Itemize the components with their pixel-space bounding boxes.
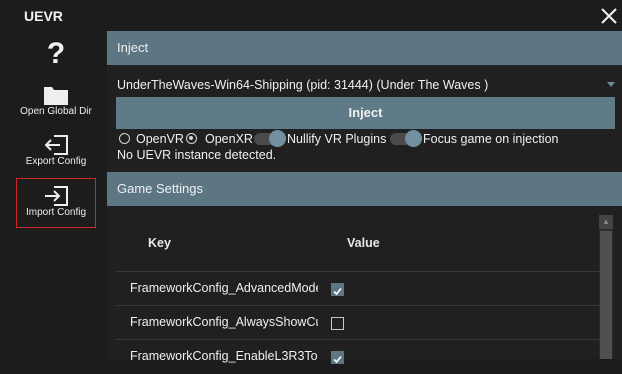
radio-icon	[119, 133, 130, 144]
main-panel: Inject UnderTheWaves-Win64-Shipping (pid…	[107, 31, 622, 364]
column-header-key: Key	[148, 236, 171, 250]
app-title: UEVR	[24, 8, 63, 24]
setting-checkbox[interactable]	[331, 351, 344, 364]
setting-key: FrameworkConfig_AdvancedMode	[130, 281, 318, 295]
toggle-switch	[390, 130, 422, 147]
export-config-button[interactable]: Export Config	[16, 134, 96, 174]
table-row: FrameworkConfig_AdvancedMode	[116, 271, 600, 306]
status-text: No UEVR instance detected.	[117, 148, 277, 162]
dropdown-arrow-icon	[607, 82, 615, 87]
scroll-up-icon[interactable]: ▲	[599, 215, 613, 229]
inject-button[interactable]: Inject	[116, 97, 615, 129]
help-icon: ?	[46, 37, 66, 70]
sidebar: ? Open Global Dir Export Config Import C…	[0, 32, 106, 359]
nullify-vr-plugins-label: Nullify VR Plugins	[287, 132, 387, 146]
export-config-label: Export Config	[25, 156, 87, 167]
radio-selected-icon	[186, 133, 197, 144]
column-header-value: Value	[347, 236, 380, 250]
checkmark-icon	[333, 287, 342, 296]
table-row: FrameworkConfig_AlwaysShowCursor	[116, 305, 600, 340]
import-icon	[45, 186, 68, 206]
inject-header[interactable]: Inject	[107, 31, 622, 65]
open-global-dir-button[interactable]: Open Global Dir	[16, 84, 96, 124]
game-settings-header[interactable]: Game Settings	[107, 172, 622, 206]
help-button[interactable]: ?	[16, 38, 96, 74]
table-row: FrameworkConfig_EnableL3R3Toggle	[116, 339, 600, 374]
toggle-switch	[254, 130, 286, 147]
setting-key: FrameworkConfig_AlwaysShowCursor	[130, 315, 318, 329]
setting-checkbox[interactable]	[331, 317, 344, 330]
import-config-button[interactable]: Import Config	[16, 178, 96, 228]
process-select-value: UnderTheWaves-Win64-Shipping (pid: 31444…	[117, 78, 489, 92]
process-select[interactable]: UnderTheWaves-Win64-Shipping (pid: 31444…	[117, 75, 617, 95]
open-global-dir-label: Open Global Dir	[20, 106, 92, 117]
import-config-label: Import Config	[25, 207, 87, 218]
openxr-label: OpenXR	[205, 132, 253, 146]
export-icon	[44, 135, 68, 155]
checkmark-icon	[333, 355, 342, 364]
settings-scrollbar[interactable]: ▲	[599, 215, 613, 359]
folder-icon	[44, 87, 68, 105]
title-bar: UEVR	[0, 0, 622, 32]
close-icon[interactable]	[598, 5, 620, 27]
focus-game-label: Focus game on injection	[423, 132, 559, 146]
setting-checkbox[interactable]	[331, 283, 344, 296]
scroll-thumb[interactable]	[600, 231, 612, 359]
setting-key: FrameworkConfig_EnableL3R3Toggle	[130, 349, 318, 363]
openvr-label: OpenVR	[136, 132, 184, 146]
